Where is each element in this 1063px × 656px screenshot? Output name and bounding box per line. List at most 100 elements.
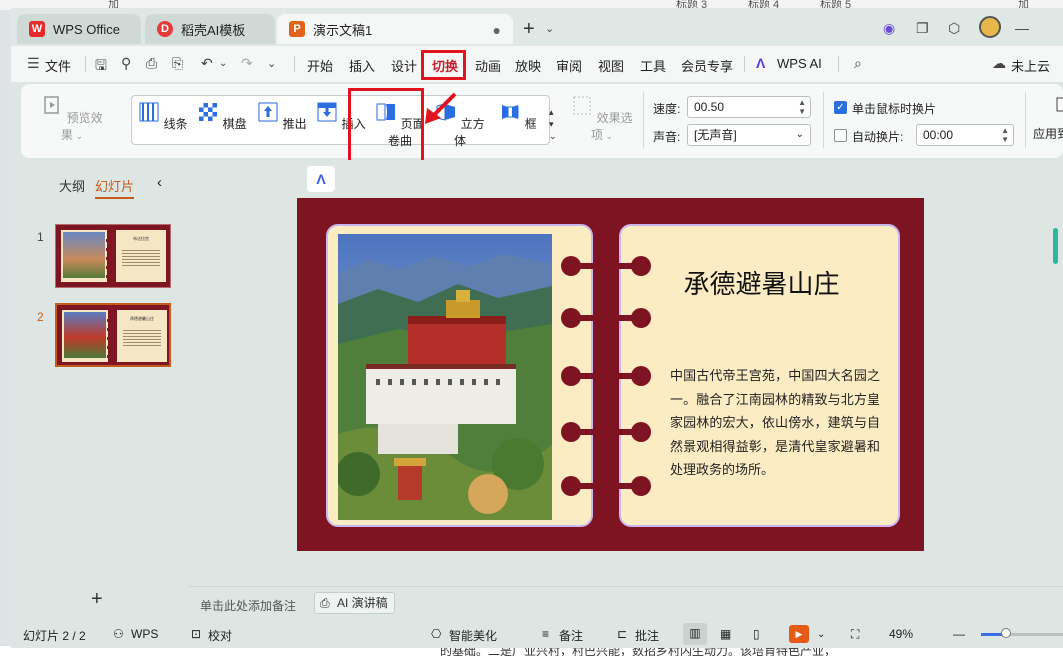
- tab-docer[interactable]: D 稻壳AI模板: [145, 14, 275, 44]
- comments-button[interactable]: 批注: [635, 627, 659, 644]
- effect-box-button[interactable]: 框: [490, 102, 546, 132]
- redo-icon[interactable]: ↷: [241, 55, 253, 72]
- zoom-slider-knob[interactable]: [1000, 628, 1011, 638]
- notes-icon[interactable]: ≡: [542, 627, 549, 641]
- sound-select[interactable]: [无声音] ⌄: [687, 124, 811, 146]
- effect-push-button[interactable]: 推出: [252, 102, 312, 132]
- checkmark-icon: ✓: [836, 102, 845, 113]
- menu-design[interactable]: 设计: [391, 56, 417, 75]
- highlight-box-page-curl: [348, 88, 424, 168]
- divider: [643, 92, 644, 148]
- avatar[interactable]: [979, 16, 1001, 38]
- menu-view[interactable]: 视图: [598, 56, 624, 75]
- unsaved-dot-icon: ●: [492, 22, 501, 38]
- sound-label: 声音:: [653, 130, 681, 144]
- effect-lines-button[interactable]: 线条: [134, 102, 192, 132]
- ai-assistant-icon[interactable]: ◉: [883, 20, 895, 37]
- wps-window: W WPS Office D 稻壳AI模板 P 演示文稿1 ● + ⌄ ◉ ❐ …: [11, 8, 1063, 648]
- beautify-icon[interactable]: ⎔: [431, 627, 441, 641]
- menu-review[interactable]: 审阅: [556, 56, 582, 75]
- chevron-down-icon[interactable]: ⌄: [267, 57, 276, 70]
- menu-slideshow[interactable]: 放映: [515, 56, 541, 75]
- preview-effect-button[interactable]: 预览效果 ⌄: [39, 96, 105, 143]
- tab-bar: W WPS Office D 稻壳AI模板 P 演示文稿1 ● + ⌄ ◉ ❐ …: [11, 8, 1063, 46]
- apply-to-all-button[interactable]: 应用到: [1033, 96, 1063, 142]
- slide-thumbnail-1[interactable]: 布达拉宫: [55, 224, 171, 288]
- undo-icon[interactable]: ↶: [201, 55, 213, 72]
- cube-icon[interactable]: ⬡: [948, 20, 960, 37]
- save-icon[interactable]: 🖫: [95, 55, 107, 79]
- collapse-panel-icon[interactable]: ‹: [157, 174, 162, 191]
- print-icon[interactable]: ⎙: [146, 55, 157, 72]
- chevron-down-icon[interactable]: ⌄: [545, 22, 554, 35]
- thumb-text-lines: [122, 248, 160, 268]
- presentation-file-icon: P: [289, 21, 305, 37]
- add-slide-icon[interactable]: +: [91, 588, 103, 611]
- menu-insert[interactable]: 插入: [349, 56, 375, 75]
- chevron-down-icon[interactable]: ⌄: [219, 58, 227, 69]
- notes-bar: 单击此处添加备注 ⎙ AI 演讲稿: [189, 586, 1063, 618]
- zoom-slider[interactable]: [981, 628, 1063, 638]
- comment-icon[interactable]: ⊏: [617, 627, 627, 641]
- proofread-button[interactable]: 校对: [208, 627, 232, 644]
- ai-speech-button[interactable]: ⎙ AI 演讲稿: [314, 592, 395, 614]
- spinner-icon[interactable]: ▲ ▼: [798, 98, 806, 116]
- share-icon[interactable]: ⚲: [121, 55, 131, 72]
- zoom-out-icon[interactable]: —: [953, 627, 965, 641]
- tab-presentation[interactable]: P 演示文稿1 ●: [277, 14, 513, 44]
- hamburger-icon[interactable]: ☰: [27, 55, 40, 72]
- wps-sync-icon[interactable]: ⚇: [113, 627, 124, 641]
- menu-file[interactable]: 文件: [45, 56, 71, 75]
- on-click-checkbox[interactable]: ✓: [834, 101, 847, 114]
- effect-checkerboard-button[interactable]: 棋盘: [192, 102, 252, 132]
- current-slide[interactable]: 承德避暑山庄 中国古代帝王宫苑，中国四大名园之一。融合了江南园林的精致与北方皇家…: [297, 198, 924, 551]
- thumb-text-lines: [123, 328, 161, 348]
- auto-advance-checkbox[interactable]: [834, 129, 847, 142]
- cloud-status[interactable]: 未上云: [1011, 56, 1050, 75]
- tab-wps-office[interactable]: W WPS Office: [17, 14, 141, 44]
- slide-body-text[interactable]: 中国古代帝王宫苑，中国四大名园之一。融合了江南园林的精致与北方皇家园林的宏大，依…: [670, 364, 880, 482]
- gallery-scroll[interactable]: ▴ ▾ ⌄: [549, 106, 557, 142]
- menu-home[interactable]: 开始: [307, 56, 333, 75]
- zoom-level[interactable]: 49%: [889, 627, 913, 641]
- binding-ring: [561, 256, 581, 276]
- effect-options-button[interactable]: 效果选项 ⌄: [569, 96, 635, 143]
- menu-animation[interactable]: 动画: [475, 56, 501, 75]
- normal-view-icon[interactable]: ▥: [683, 623, 707, 645]
- speed-input[interactable]: 00.50 ▲ ▼: [687, 96, 811, 118]
- binding-ring: [631, 422, 651, 442]
- menu-tools[interactable]: 工具: [640, 56, 666, 75]
- play-slideshow-button[interactable]: ▶: [789, 625, 809, 643]
- menu-member[interactable]: 会员专享: [681, 56, 733, 75]
- scroll-down-icon[interactable]: ▾: [549, 118, 557, 130]
- scroll-up-icon[interactable]: ▴: [549, 106, 557, 118]
- ai-quick-icon[interactable]: Ʌ: [307, 166, 335, 192]
- smart-beautify-button[interactable]: 智能美化: [449, 627, 497, 644]
- auto-advance-time-input[interactable]: 00:00 ▲ ▼: [916, 124, 1014, 146]
- new-tab-icon[interactable]: +: [523, 18, 535, 41]
- binding-ring: [631, 476, 651, 496]
- slide-sorter-icon[interactable]: ▦: [720, 627, 731, 641]
- divider: [744, 56, 745, 72]
- tab-outline[interactable]: 大纲: [59, 176, 85, 195]
- reading-view-icon[interactable]: ▯: [753, 627, 760, 641]
- slide-title[interactable]: 承德避暑山庄: [621, 264, 902, 301]
- menu-wps-ai[interactable]: WPS AI: [777, 56, 822, 71]
- search-icon[interactable]: ⌕: [854, 55, 862, 72]
- expand-gallery-icon[interactable]: ⌄: [549, 130, 557, 142]
- speed-label: 速度:: [653, 102, 681, 116]
- tab-slides[interactable]: 幻灯片: [95, 176, 135, 199]
- chevron-down-icon[interactable]: ⌄: [817, 629, 825, 640]
- fit-window-icon[interactable]: ⛶: [851, 627, 859, 642]
- wps-status[interactable]: WPS: [131, 627, 158, 641]
- notes-button[interactable]: 备注: [559, 627, 583, 644]
- notes-placeholder[interactable]: 单击此处添加备注: [200, 597, 296, 614]
- proofread-icon[interactable]: ⊡: [191, 627, 201, 641]
- vertical-scrollbar[interactable]: [1053, 228, 1058, 264]
- slide-thumbnail-2[interactable]: 承德避暑山庄: [55, 303, 171, 367]
- print-preview-icon[interactable]: ⎘: [172, 55, 183, 72]
- spinner-icon[interactable]: ▲ ▼: [1001, 126, 1009, 144]
- binding-ring: [561, 366, 581, 386]
- minimize-icon[interactable]: —: [1015, 20, 1029, 36]
- window-switch-icon[interactable]: ❐: [916, 20, 929, 37]
